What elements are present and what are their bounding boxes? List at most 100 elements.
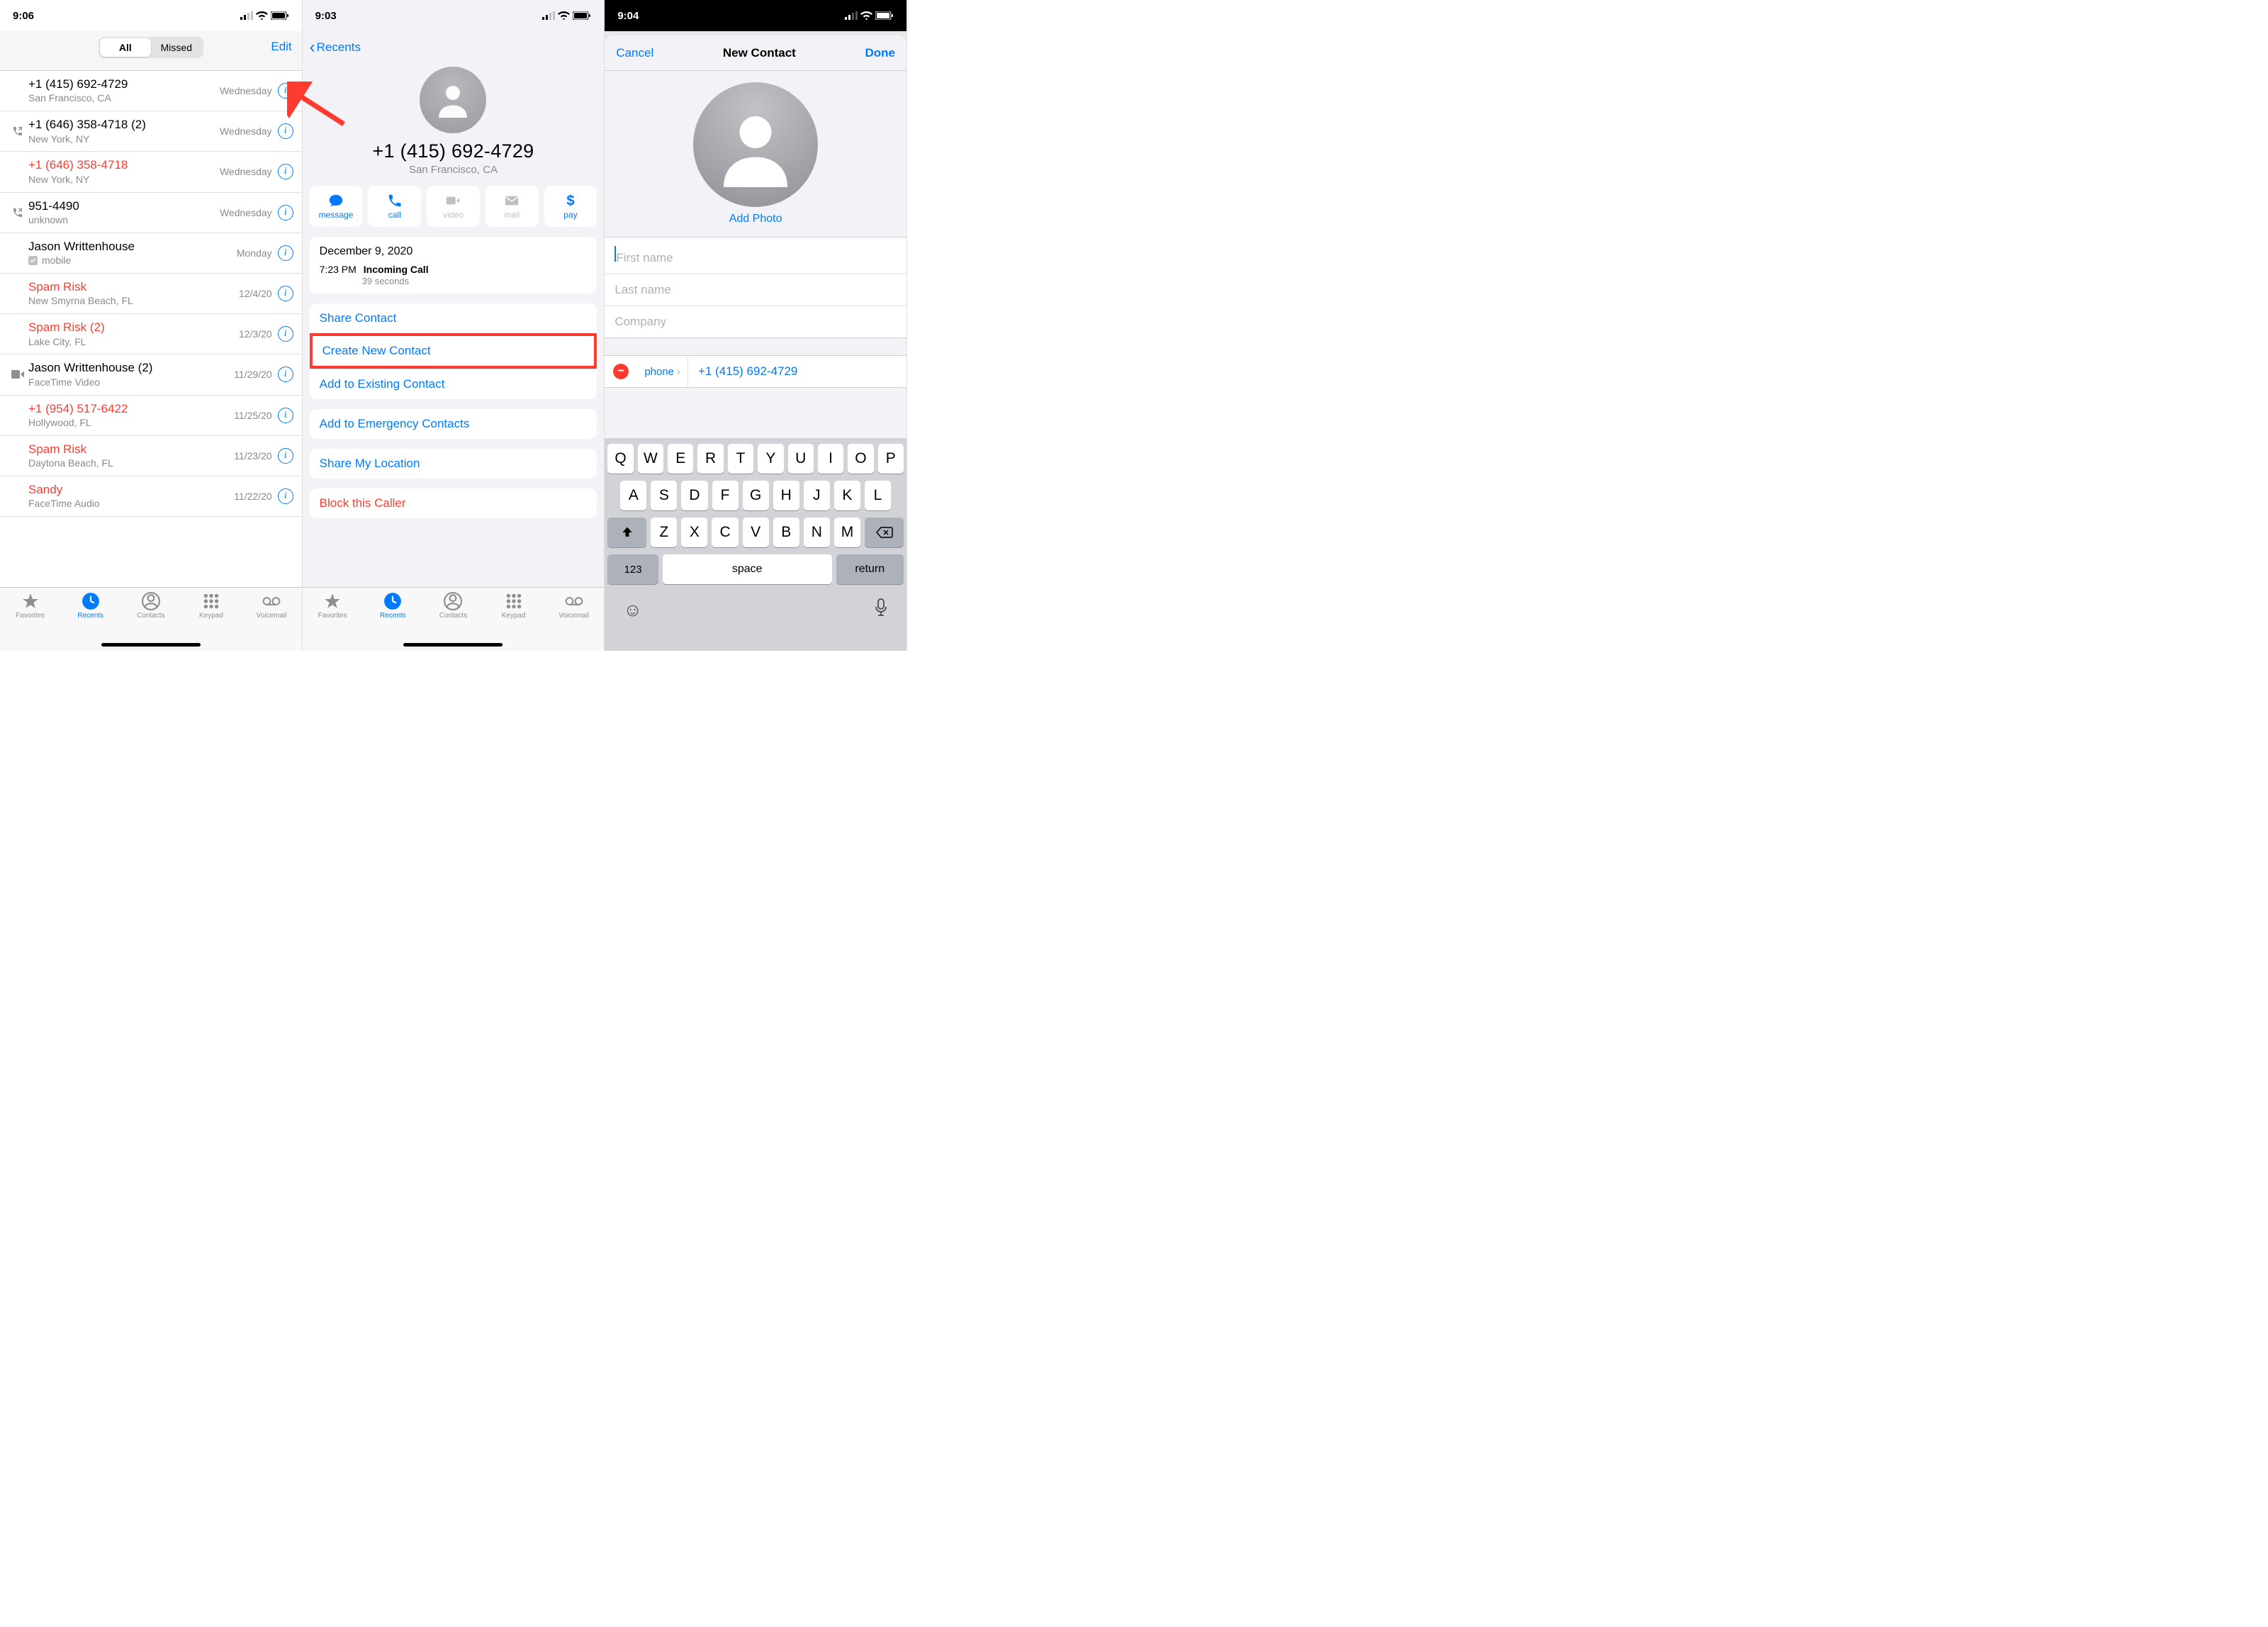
key-q[interactable]: Q — [607, 444, 633, 474]
tab-favorites[interactable]: Favorites — [6, 592, 55, 651]
tab-recents[interactable]: Recents — [66, 592, 116, 651]
tab-keypad[interactable]: Keypad — [186, 592, 236, 651]
call-title: Spam Risk (2) — [28, 320, 239, 335]
avatar-placeholder-icon[interactable] — [693, 82, 818, 207]
seg-missed[interactable]: Missed — [151, 38, 202, 57]
phone-value[interactable]: +1 (415) 692-4729 — [688, 356, 906, 387]
info-button[interactable]: i — [278, 286, 293, 301]
tab-voicemail[interactable]: Voicemail — [549, 592, 599, 651]
message-button[interactable]: message — [310, 186, 363, 227]
key-e[interactable]: E — [668, 444, 693, 474]
emoji-key[interactable]: ☺ — [623, 599, 642, 621]
key-o[interactable]: O — [848, 444, 873, 474]
key-n[interactable]: N — [804, 518, 830, 547]
tab-voicemail[interactable]: Voicemail — [247, 592, 296, 651]
key-c[interactable]: C — [712, 518, 738, 547]
key-r[interactable]: R — [697, 444, 723, 474]
call-row[interactable]: Sandy FaceTime Audio 11/22/20 i — [0, 476, 302, 517]
space-key[interactable]: space — [663, 554, 832, 584]
pay-button[interactable]: $pay — [544, 186, 597, 227]
edit-button[interactable]: Edit — [271, 40, 291, 54]
call-row[interactable]: Jason Writtenhouse (2) FaceTime Video 11… — [0, 354, 302, 395]
tab-contacts[interactable]: Contacts — [126, 592, 176, 651]
back-button[interactable]: ‹ Recents — [303, 31, 605, 64]
info-button[interactable]: i — [278, 123, 293, 139]
info-button[interactable]: i — [278, 408, 293, 423]
call-button[interactable]: call — [368, 186, 421, 227]
key-l[interactable]: L — [865, 481, 891, 510]
call-time: 11/25/20 — [234, 410, 271, 421]
call-row[interactable]: Spam Risk New Smyrna Beach, FL 12/4/20 i — [0, 274, 302, 314]
info-button[interactable]: i — [278, 367, 293, 382]
call-row[interactable]: 951-4490 unknown Wednesday i — [0, 193, 302, 233]
key-k[interactable]: K — [834, 481, 860, 510]
key-y[interactable]: Y — [758, 444, 783, 474]
info-button[interactable]: i — [278, 245, 293, 261]
tab-keypad[interactable]: Keypad — [489, 592, 539, 651]
add-to-existing-button[interactable]: Add to Existing Contact — [310, 369, 597, 399]
seg-all[interactable]: All — [100, 38, 151, 57]
status-time: 9:03 — [315, 10, 337, 22]
add-emergency-button[interactable]: Add to Emergency Contacts — [310, 409, 597, 439]
key-t[interactable]: T — [728, 444, 753, 474]
call-time: 11/29/20 — [234, 369, 271, 380]
phone-label-button[interactable]: phone› — [637, 357, 688, 386]
video-button: video — [427, 186, 480, 227]
info-button[interactable]: i — [278, 83, 293, 99]
key-b[interactable]: B — [773, 518, 799, 547]
delete-key[interactable] — [865, 518, 904, 547]
key-w[interactable]: W — [638, 444, 663, 474]
tab-favorites[interactable]: Favorites — [308, 592, 357, 651]
key-p[interactable]: P — [878, 444, 904, 474]
info-button[interactable]: i — [278, 164, 293, 179]
home-indicator[interactable] — [403, 643, 503, 647]
return-key[interactable]: return — [836, 554, 904, 584]
key-h[interactable]: H — [773, 481, 799, 510]
key-x[interactable]: X — [681, 518, 707, 547]
info-button[interactable]: i — [278, 448, 293, 464]
tab-recents[interactable]: Recents — [368, 592, 417, 651]
key-g[interactable]: G — [743, 481, 769, 510]
key-f[interactable]: F — [712, 481, 739, 510]
call-row[interactable]: Spam Risk Daytona Beach, FL 11/23/20 i — [0, 436, 302, 476]
key-j[interactable]: J — [804, 481, 830, 510]
123-key[interactable]: 123 — [607, 554, 658, 584]
home-indicator[interactable] — [101, 643, 201, 647]
info-button[interactable]: i — [278, 326, 293, 342]
cancel-button[interactable]: Cancel — [616, 46, 653, 60]
key-z[interactable]: Z — [651, 518, 677, 547]
add-photo-button[interactable]: Add Photo — [605, 213, 906, 225]
call-subtitle: San Francisco, CA — [28, 92, 220, 104]
share-contact-button[interactable]: Share Contact — [310, 303, 597, 333]
key-a[interactable]: A — [620, 481, 646, 510]
first-name-field[interactable] — [605, 237, 906, 274]
call-subtitle: unknown — [28, 214, 220, 226]
call-row[interactable]: Jason Writtenhouse mobile Monday i — [0, 233, 302, 274]
dictate-key[interactable] — [874, 598, 888, 622]
call-row[interactable]: +1 (415) 692-4729 San Francisco, CA Wedn… — [0, 71, 302, 111]
key-m[interactable]: M — [834, 518, 860, 547]
company-field[interactable] — [605, 306, 906, 337]
key-i[interactable]: I — [818, 444, 843, 474]
key-d[interactable]: D — [681, 481, 707, 510]
shift-key[interactable] — [607, 518, 646, 547]
status-icons — [542, 11, 591, 20]
share-location-button[interactable]: Share My Location — [310, 449, 597, 479]
info-button[interactable]: i — [278, 205, 293, 220]
key-u[interactable]: U — [788, 444, 814, 474]
call-row[interactable]: +1 (954) 517-6422 Hollywood, FL 11/25/20… — [0, 396, 302, 436]
recents-list[interactable]: +1 (415) 692-4729 San Francisco, CA Wedn… — [0, 71, 302, 517]
done-button[interactable]: Done — [865, 46, 895, 60]
key-s[interactable]: S — [651, 481, 677, 510]
call-row[interactable]: Spam Risk (2) Lake City, FL 12/3/20 i — [0, 314, 302, 354]
call-row[interactable]: +1 (646) 358-4718 New York, NY Wednesday… — [0, 152, 302, 192]
info-button[interactable]: i — [278, 488, 293, 504]
create-new-contact-button[interactable]: Create New Contact — [310, 333, 597, 369]
last-name-field[interactable] — [605, 274, 906, 306]
key-v[interactable]: V — [743, 518, 769, 547]
block-caller-button[interactable]: Block this Caller — [310, 488, 597, 518]
remove-phone-button[interactable]: − — [613, 364, 629, 379]
call-time: Monday — [237, 247, 272, 259]
call-row[interactable]: +1 (646) 358-4718 (2) New York, NY Wedne… — [0, 111, 302, 152]
tab-contacts[interactable]: Contacts — [428, 592, 478, 651]
